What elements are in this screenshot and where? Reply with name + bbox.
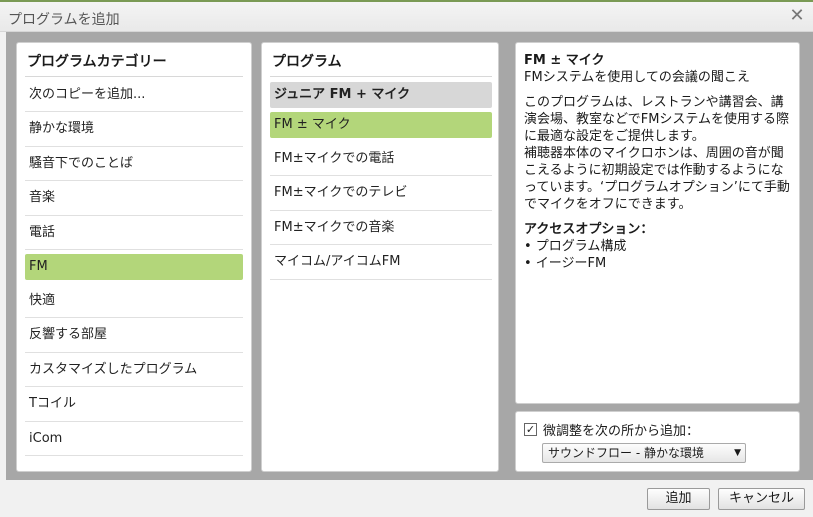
finetune-row: ✓ 微調整を次の所から追加： xyxy=(524,420,700,439)
dialog-content: プログラムカテゴリー 次のコピーを追加... 静かな環境 騒音下でのことば 音楽… xyxy=(6,32,813,480)
program-item[interactable]: マイコム/アイコムFM xyxy=(270,245,492,280)
access-heading: アクセスオプション： xyxy=(524,222,654,237)
program-item-highlighted[interactable]: ジュニア FM + マイク xyxy=(270,82,492,108)
category-item-selected[interactable]: FM xyxy=(25,253,243,280)
category-item[interactable]: 反響する部屋 xyxy=(25,318,243,353)
dialog-footer: 追加 キャンセル xyxy=(0,480,813,517)
category-panel: プログラムカテゴリー 次のコピーを追加... 静かな環境 騒音下でのことば 音楽… xyxy=(16,42,252,472)
description-para2: 補聴器本体のマイクロホンは、周囲の音が聞こえるように初期設定では作動するようにな… xyxy=(524,146,790,212)
program-item[interactable]: FM±マイクでの音楽 xyxy=(270,211,492,246)
program-item[interactable]: FM±マイクでのテレビ xyxy=(270,176,492,211)
access-item: • イージーFM xyxy=(524,256,607,271)
category-item[interactable]: 快適 xyxy=(25,284,243,319)
category-item[interactable]: 音楽 xyxy=(25,181,243,216)
add-button[interactable]: 追加 xyxy=(647,488,710,510)
finetune-source-select[interactable]: サウンドフロー - 静かな環境 ▼ xyxy=(542,443,746,463)
category-item[interactable]: 静かな環境 xyxy=(25,112,243,147)
finetune-panel: ✓ 微調整を次の所から追加： サウンドフロー - 静かな環境 ▼ xyxy=(515,411,800,472)
category-item[interactable]: カスタマイズしたプログラム xyxy=(25,353,243,388)
chevron-down-icon: ▼ xyxy=(734,448,741,458)
program-header: プログラム xyxy=(270,51,492,77)
description-panel: FM ± マイク FMシステムを使用しての会議の聞こえ このプログラムは、レスト… xyxy=(515,42,800,404)
close-icon[interactable]: ✕ xyxy=(787,6,807,26)
cancel-button[interactable]: キャンセル xyxy=(718,488,805,510)
finetune-label: 微調整を次の所から追加： xyxy=(543,423,700,439)
description-title: FM ± マイク xyxy=(524,53,605,68)
select-value: サウンドフロー - 静かな環境 xyxy=(548,446,704,460)
description-subtitle: FMシステムを使用しての会議の聞こえ xyxy=(524,70,750,85)
category-item[interactable]: iCom xyxy=(25,422,243,456)
finetune-checkbox[interactable]: ✓ xyxy=(524,422,537,436)
description-para1: このプログラムは、レストランや講習会、講演会場、教室などでFMシステムを使用する… xyxy=(524,95,790,144)
program-item-selected[interactable]: FM ± マイク xyxy=(270,112,492,138)
title-bar: プログラムを追加 ✕ xyxy=(0,2,813,32)
category-list: 次のコピーを追加... 静かな環境 騒音下でのことば 音楽 電話 FM 快適 反… xyxy=(25,78,243,456)
category-item[interactable]: 次のコピーを追加... xyxy=(25,78,243,113)
category-header: プログラムカテゴリー xyxy=(25,51,243,77)
add-program-dialog: プログラムを追加 ✕ プログラムカテゴリー 次のコピーを追加... 静かな環境 … xyxy=(0,0,813,517)
category-item[interactable]: 電話 xyxy=(25,216,243,250)
program-list: ジュニア FM + マイク FM ± マイク FM±マイクでの電話 FM±マイク… xyxy=(270,78,492,280)
program-panel: プログラム ジュニア FM + マイク FM ± マイク FM±マイクでの電話 … xyxy=(261,42,499,472)
program-item[interactable]: FM±マイクでの電話 xyxy=(270,142,492,177)
access-item: • プログラム構成 xyxy=(524,239,627,254)
category-item[interactable]: 騒音下でのことば xyxy=(25,147,243,182)
dialog-title: プログラムを追加 xyxy=(8,12,120,28)
program-description: FM ± マイク FMシステムを使用しての会議の聞こえ このプログラムは、レスト… xyxy=(524,52,792,272)
category-item[interactable]: Tコイル xyxy=(25,387,243,422)
